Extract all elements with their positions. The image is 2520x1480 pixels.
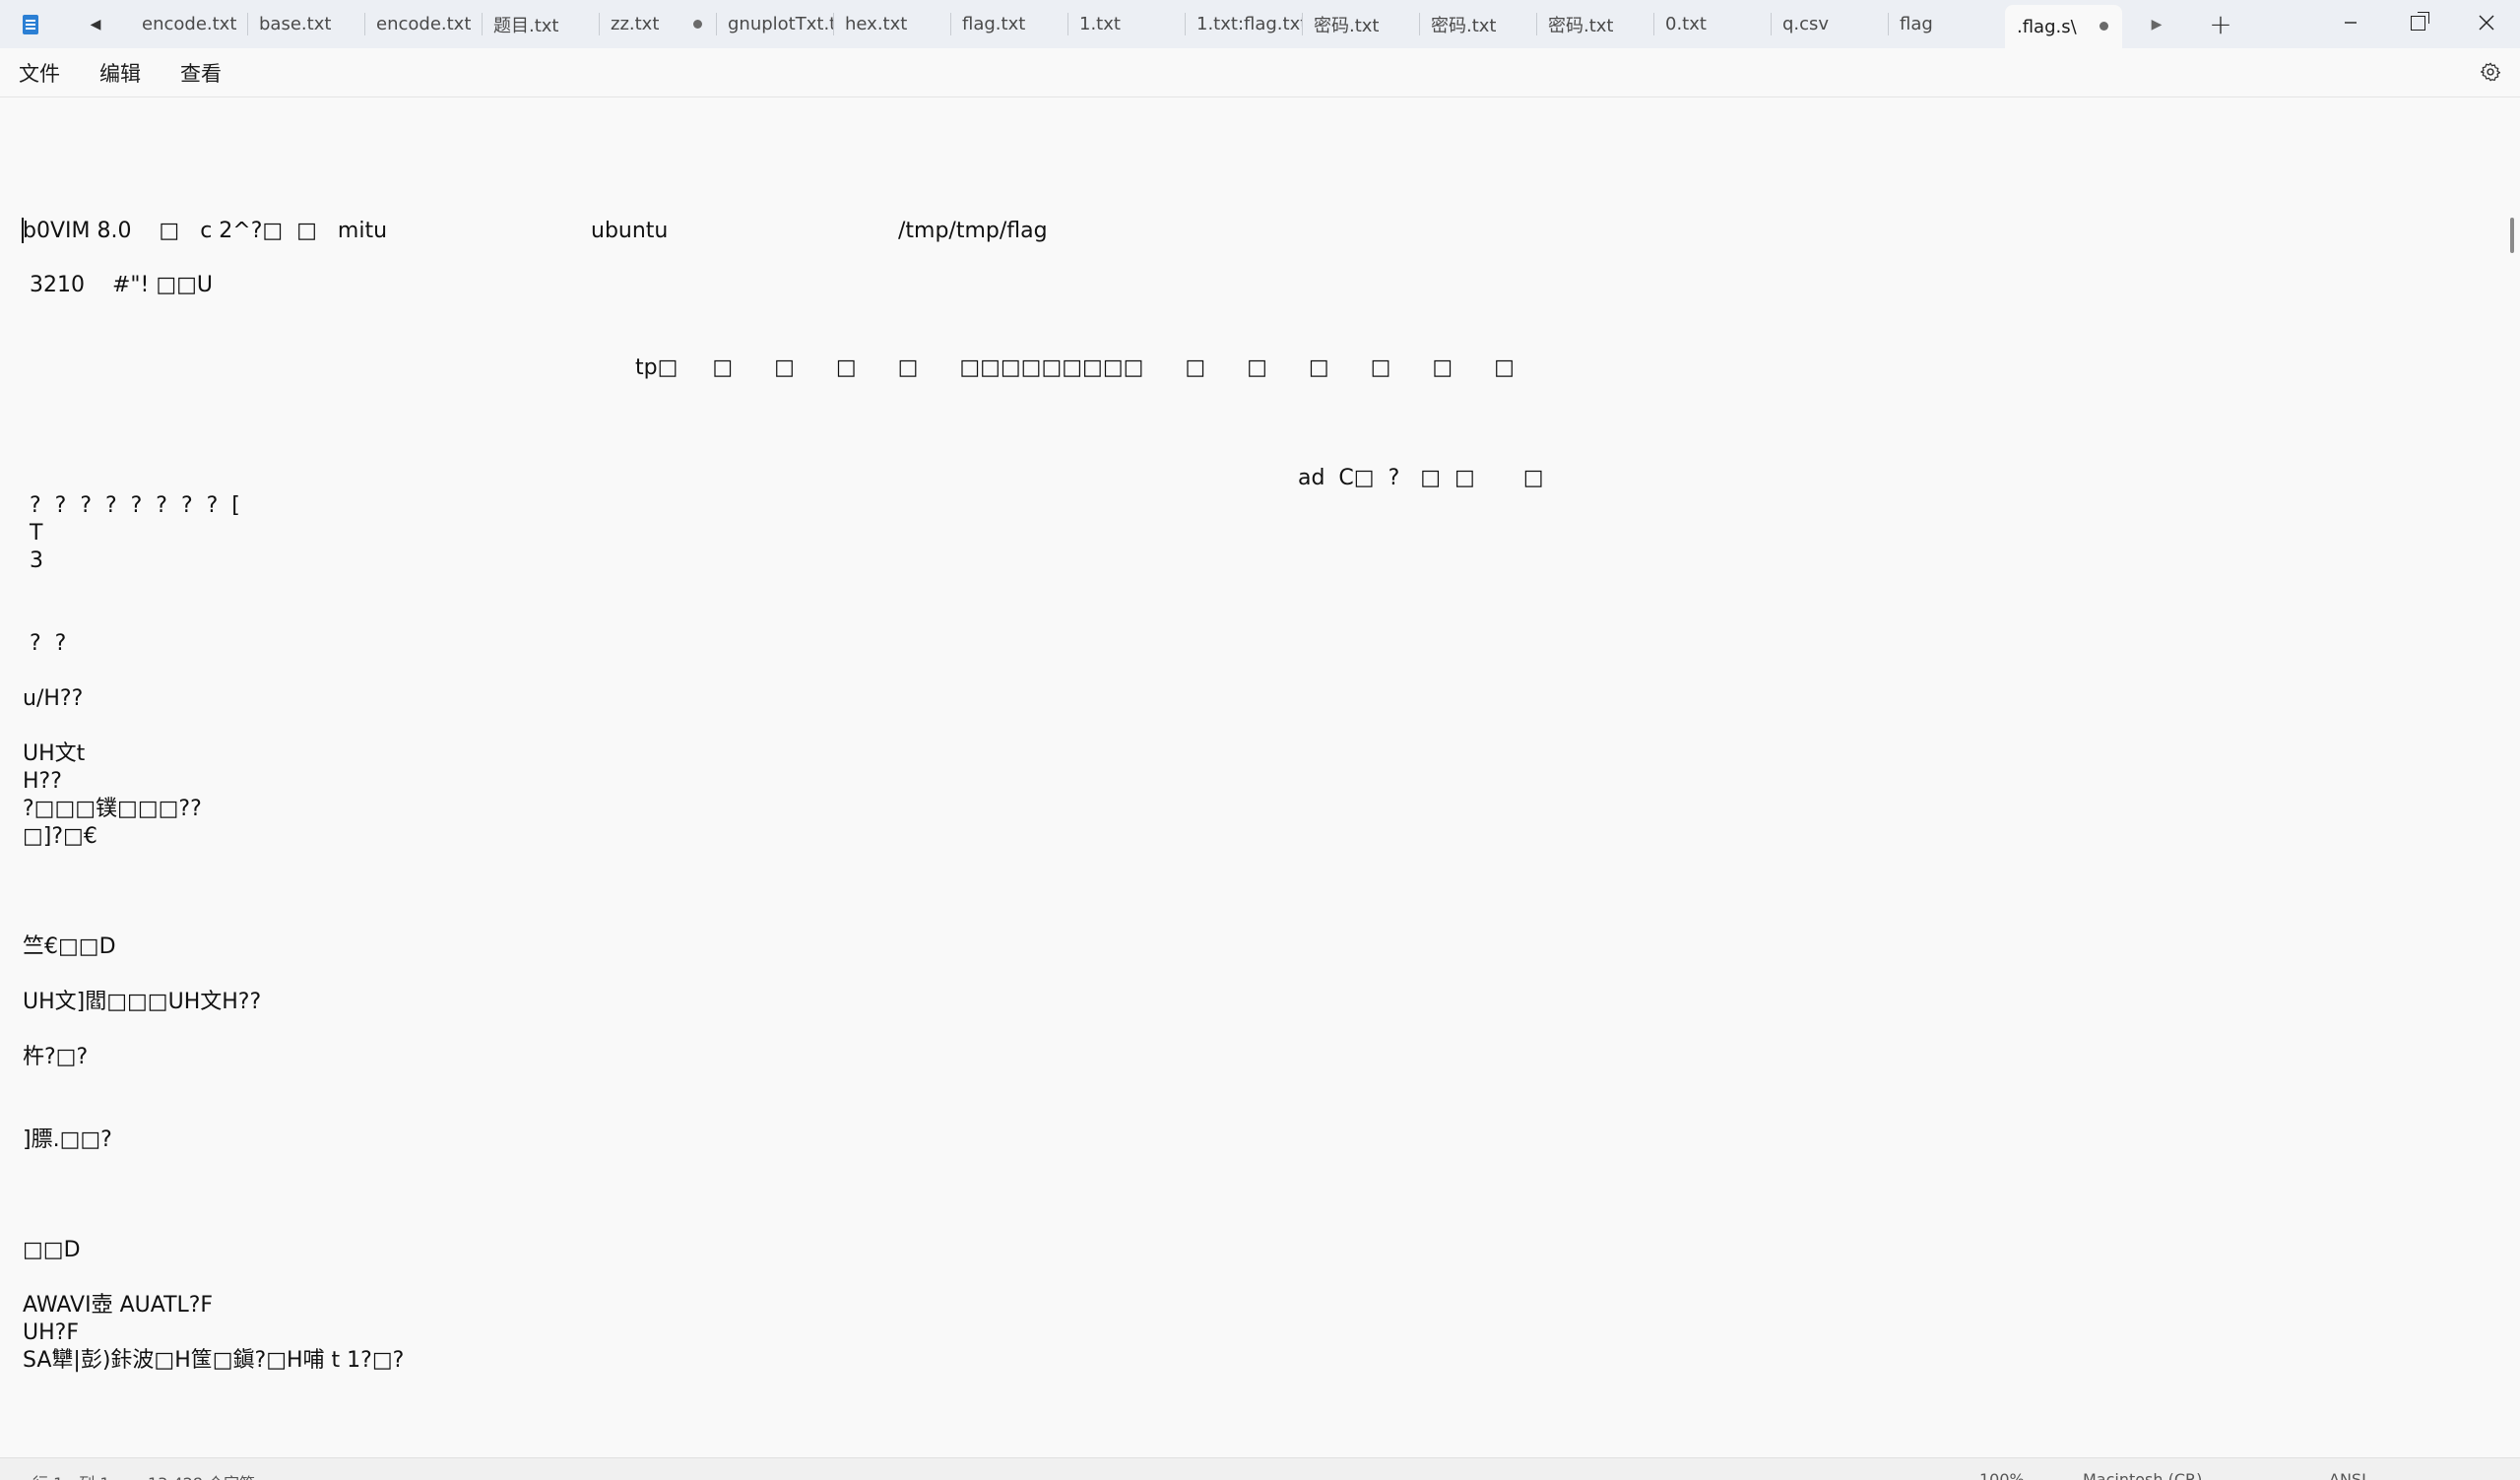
tab-strip: encode.txt base.txt encode.txt 题目.txt zz.txt… [130, 0, 2122, 48]
tab-label: flag [1900, 14, 1933, 34]
menu-edit[interactable]: 编辑 [80, 58, 161, 88]
text-line: T [23, 521, 43, 546]
text-line: tp□ □ □ □ □ □□□□□□□□□ □ □ □ □ □ □ [635, 355, 1515, 380]
text-line: UH文]閻□□□UH文H?? [23, 990, 262, 1014]
text-line: ]膘.□□? [23, 1127, 112, 1152]
text-line: □□D [23, 1238, 81, 1262]
tab-label: 密码.txt [1431, 15, 1497, 36]
tab[interactable]: 1.txt:flag.txt [1185, 0, 1302, 48]
tab[interactable]: gnuplotTxt.t: [716, 0, 833, 48]
tab-label: 1.txt [1079, 14, 1121, 34]
tab[interactable]: flag.txt [950, 0, 1067, 48]
settings-button[interactable] [2479, 60, 2502, 84]
text-line: /tmp/tmp/flag [898, 219, 1048, 243]
unsaved-dot-icon [693, 19, 702, 29]
tab[interactable]: 1.txt [1067, 0, 1185, 48]
gear-icon [2480, 62, 2501, 82]
text-line: 3 [23, 548, 43, 573]
tab-label: 0.txt [1665, 14, 1707, 34]
unsaved-dot-icon [2100, 22, 2108, 31]
text-line: ad C□ ? □ □ □ [1298, 466, 1544, 490]
restore-button[interactable] [2384, 0, 2452, 45]
text-line: AWAVI壺 AUATL?F [23, 1293, 214, 1318]
close-icon [2479, 15, 2493, 31]
text-line: H?? [23, 769, 62, 794]
menu-bar: 文件 编辑 查看 [0, 48, 2520, 97]
tab[interactable]: hex.txt [833, 0, 950, 48]
text-line: u/H?? [23, 686, 84, 711]
tab-label: encode.txt [142, 14, 237, 34]
tab-active[interactable]: .flag.s\ [2005, 5, 2122, 48]
tab[interactable]: 密码.txt [1419, 0, 1536, 48]
window-controls [2316, 0, 2520, 45]
text-line: ubuntu [591, 219, 669, 243]
tab-label: hex.txt [845, 14, 908, 34]
text-line: ? ? ? ? ? ? ? ? [ [23, 493, 240, 518]
menu-file[interactable]: 文件 [0, 58, 80, 88]
tab[interactable]: encode.txt [364, 0, 482, 48]
tab-label: 1.txt:flag.txt [1196, 14, 1302, 34]
text-line: □]?□€ [23, 824, 97, 849]
close-window-button[interactable] [2452, 0, 2520, 45]
tab[interactable]: q.csv [1771, 0, 1888, 48]
text-editor-area[interactable]: b0VIM 8.0 □ c 2^?□ □ mitu ubuntu/tmp/tmp/… [0, 97, 2520, 1456]
tab[interactable]: 题目.txt [482, 0, 599, 48]
text-line: ? ? [23, 631, 67, 656]
tab[interactable]: 密码.txt [1302, 0, 1419, 48]
text-line: 竺€□□D [23, 934, 116, 959]
tab-label: zz.txt [611, 14, 660, 34]
text-line: b0VIM 8.0 □ c 2^?□ □ mitu [23, 219, 388, 243]
text-line: SA犫|彭)鉲波□H筺□鎭?□H哺 t 1?□? [23, 1348, 405, 1373]
text-line: UH?F [23, 1320, 79, 1345]
tab-label: q.csv [1782, 14, 1830, 34]
notepad-app-icon [0, 0, 61, 48]
tab-label: .flag.s\ [2017, 16, 2077, 37]
tab[interactable]: zz.txt [599, 0, 716, 48]
minimize-button[interactable] [2316, 0, 2384, 45]
restore-icon [2411, 11, 2429, 31]
tab-label: 密码.txt [1314, 15, 1380, 36]
scroll-tabs-right-button[interactable]: ▶ [2122, 0, 2191, 48]
tab-label: base.txt [259, 14, 332, 34]
text-line: 杵?□? [23, 1045, 89, 1069]
tab-label: 密码.txt [1548, 15, 1614, 36]
tab[interactable]: 密码.txt [1536, 0, 1653, 48]
tab-label: flag.txt [962, 14, 1026, 34]
minimize-icon [2344, 22, 2357, 24]
text-line: ?□□□镤□□□?? [23, 797, 202, 821]
text-line: 3210 #"! □□U [23, 273, 213, 297]
tab-label: 题目.txt [493, 15, 559, 36]
title-bar: ◀ encode.txt base.txt encode.txt 题目.txt zz.t… [0, 0, 2520, 48]
new-tab-button[interactable]: + [2191, 0, 2250, 48]
tab-label: encode.txt [376, 14, 472, 34]
tab[interactable]: flag [1888, 0, 2005, 48]
menu-view[interactable]: 查看 [161, 58, 241, 88]
tab[interactable]: base.txt [247, 0, 364, 48]
vertical-scrollbar[interactable] [2510, 218, 2514, 253]
scroll-tabs-left-button[interactable]: ◀ [61, 0, 130, 48]
tab[interactable]: encode.txt [130, 0, 247, 48]
status-bar: 行 1，列 1 13,428 个字符 100% Macintosh (CR) A… [0, 1457, 2520, 1480]
text-line: UH文t [23, 741, 86, 766]
tab-label: gnuplotTxt.t: [728, 14, 833, 34]
tab[interactable]: 0.txt [1653, 0, 1771, 48]
